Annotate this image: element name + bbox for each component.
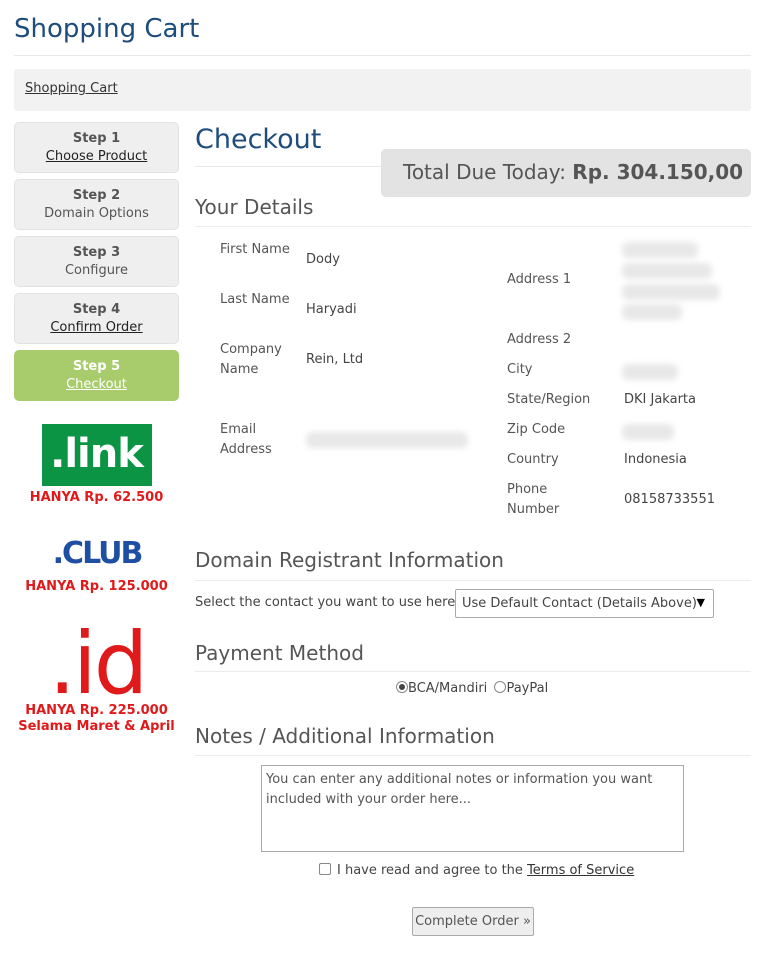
payment-option-label: PayPal — [506, 681, 549, 696]
your-details-heading: Your Details — [195, 195, 314, 219]
step-number: Step 1 — [72, 131, 121, 146]
registrant-heading: Domain Registrant Information — [195, 548, 504, 572]
id-tld-logo: .id — [48, 614, 148, 714]
address1-redacted — [622, 263, 712, 279]
chevron-down-icon: ▼ — [696, 596, 705, 609]
promo-club[interactable]: .CLUB HANYA Rp. 125.000 — [14, 533, 179, 595]
step-3: Step 3 Configure — [14, 236, 179, 287]
contact-select[interactable]: Use Default Contact (Details Above) ▼ — [455, 589, 714, 618]
zip-label: Zip Code — [507, 422, 566, 437]
link-tld-logo: .link — [41, 424, 152, 486]
last-name-label: Last Name — [220, 292, 290, 307]
step-2: Step 2 Domain Options — [14, 179, 179, 230]
terms-of-service-link[interactable]: Terms of Service — [527, 863, 634, 878]
payment-option-label: BCA/Mandiri — [408, 681, 488, 696]
section-divider — [195, 755, 751, 756]
step-link-choose-product[interactable]: Choose Product — [15, 147, 178, 167]
first-name-value: Dody — [306, 252, 340, 267]
step-5[interactable]: Step 5 Checkout — [14, 350, 179, 401]
tos-agreement: I have read and agree to the Terms of Se… — [319, 863, 634, 878]
total-due-value: Rp. 304.150,00 — [572, 160, 744, 184]
payment-radio-paypal[interactable] — [494, 681, 507, 693]
step-link-checkout[interactable]: Checkout — [15, 375, 178, 395]
address1-label: Address 1 — [507, 272, 572, 287]
promo-id[interactable]: .id HANYA Rp. 225.000 Selama Maret & Apr… — [14, 611, 179, 735]
checkout-title: Checkout — [195, 124, 322, 155]
step-number: Step 5 — [72, 359, 121, 374]
svg-text:.id: .id — [48, 614, 145, 697]
address1-redacted — [622, 284, 720, 300]
country-value: Indonesia — [624, 452, 687, 467]
promo-price: HANYA Rp. 62.500 — [29, 490, 164, 505]
promo-price: HANYA Rp. 125.000 — [25, 579, 168, 594]
tos-checkbox[interactable] — [319, 863, 331, 875]
step-link-confirm-order[interactable]: Confirm Order — [15, 318, 178, 338]
breadcrumb: Shopping Cart — [14, 69, 751, 111]
notes-heading: Notes / Additional Information — [195, 724, 495, 748]
zip-redacted — [622, 424, 674, 440]
section-divider — [195, 226, 751, 227]
payment-heading: Payment Method — [195, 641, 364, 665]
payment-radio-bca-mandiri[interactable] — [396, 681, 408, 693]
contact-select-value: Use Default Contact (Details Above) — [462, 596, 697, 611]
complete-order-button[interactable]: Complete Order » — [412, 907, 534, 936]
tos-text: I have read and agree to the — [337, 863, 528, 878]
total-due-label: Total Due Today: — [403, 160, 566, 184]
state-value: DKI Jakarta — [624, 392, 696, 407]
city-redacted — [622, 364, 678, 380]
step-number: Step 4 — [72, 302, 121, 317]
state-label: State/Region — [507, 392, 591, 407]
breadcrumb-shopping-cart-link[interactable]: Shopping Cart — [25, 81, 118, 96]
email-value-redacted — [306, 432, 468, 448]
company-name-label: Company Name — [220, 342, 282, 377]
step-1[interactable]: Step 1 Choose Product — [14, 122, 179, 173]
phone-label: Phone Number — [507, 482, 560, 517]
promo-price: HANYA Rp. 225.000 — [25, 703, 168, 718]
contact-select-label: Select the contact you want to use here: — [195, 595, 460, 610]
email-label: Email Address — [220, 422, 272, 457]
country-label: Country — [507, 452, 559, 467]
step-number: Step 2 — [72, 188, 121, 203]
checkout-divider — [195, 166, 381, 167]
step-label-configure: Configure — [64, 263, 128, 278]
company-name-value: Rein, Ltd — [306, 352, 364, 367]
title-divider — [14, 55, 751, 56]
page-title: Shopping Cart — [14, 14, 200, 44]
section-divider — [195, 580, 751, 581]
club-tld-logo: .CLUB — [52, 536, 143, 571]
payment-options: BCA/Mandiri PayPal — [396, 681, 548, 696]
step-number: Step 3 — [72, 245, 121, 260]
address1-redacted — [622, 242, 698, 258]
total-due-box: Total Due Today: Rp. 304.150,00 — [381, 149, 751, 197]
step-label-domain-options: Domain Options — [44, 206, 149, 221]
address2-label: Address 2 — [507, 332, 572, 347]
notes-textarea[interactable]: You can enter any additional notes or in… — [261, 765, 684, 852]
phone-value: 08158733551 — [624, 492, 715, 507]
section-divider — [195, 671, 751, 672]
address1-redacted — [622, 304, 682, 320]
last-name-value: Haryadi — [306, 302, 357, 317]
checkout-steps: Step 1 Choose Product Step 2 Domain Opti… — [14, 122, 179, 407]
svg-text:.CLUB: .CLUB — [52, 536, 141, 571]
promo-link[interactable]: .link HANYA Rp. 62.500 — [14, 424, 179, 506]
step-4[interactable]: Step 4 Confirm Order — [14, 293, 179, 344]
first-name-label: First Name — [220, 242, 290, 257]
city-label: City — [507, 362, 533, 377]
promo-period: Selama Maret & April — [18, 719, 175, 734]
